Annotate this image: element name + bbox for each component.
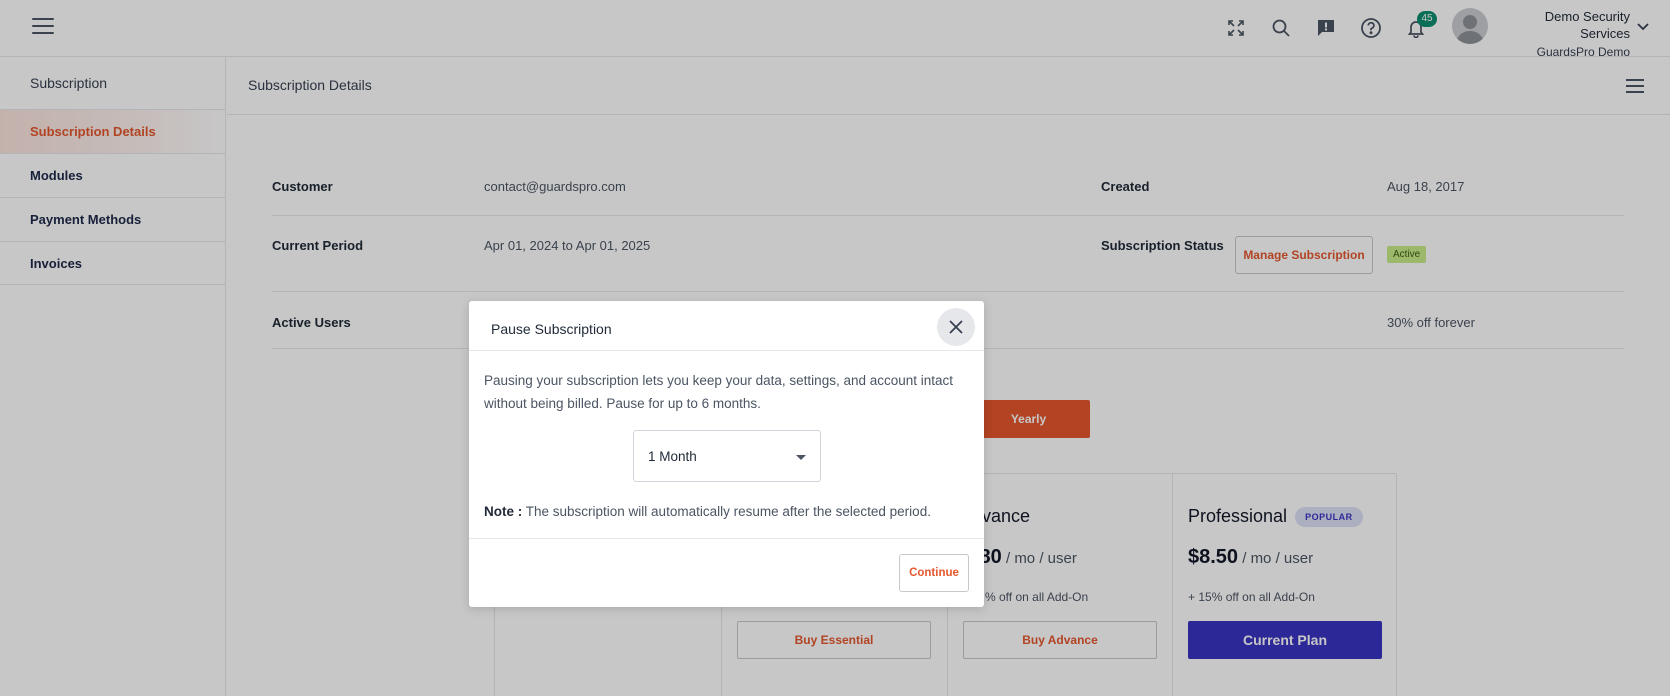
modal-divider: [469, 538, 984, 539]
close-icon[interactable]: [937, 308, 975, 346]
pause-duration-value: 1 Month: [648, 449, 697, 464]
pause-subscription-modal: Pause Subscription Pausing your subscrip…: [469, 301, 984, 607]
note-label: Note :: [484, 504, 523, 519]
note-text: The subscription will automatically resu…: [522, 504, 931, 519]
modal-title: Pause Subscription: [491, 321, 612, 337]
caret-down-icon: [796, 455, 806, 460]
modal-description: Pausing your subscription lets you keep …: [484, 373, 954, 411]
modal-header: Pause Subscription: [469, 301, 984, 351]
modal-note: Note : The subscription will automatical…: [484, 504, 964, 519]
pause-duration-select[interactable]: 1 Month: [633, 430, 821, 482]
continue-button[interactable]: Continue: [899, 554, 969, 592]
